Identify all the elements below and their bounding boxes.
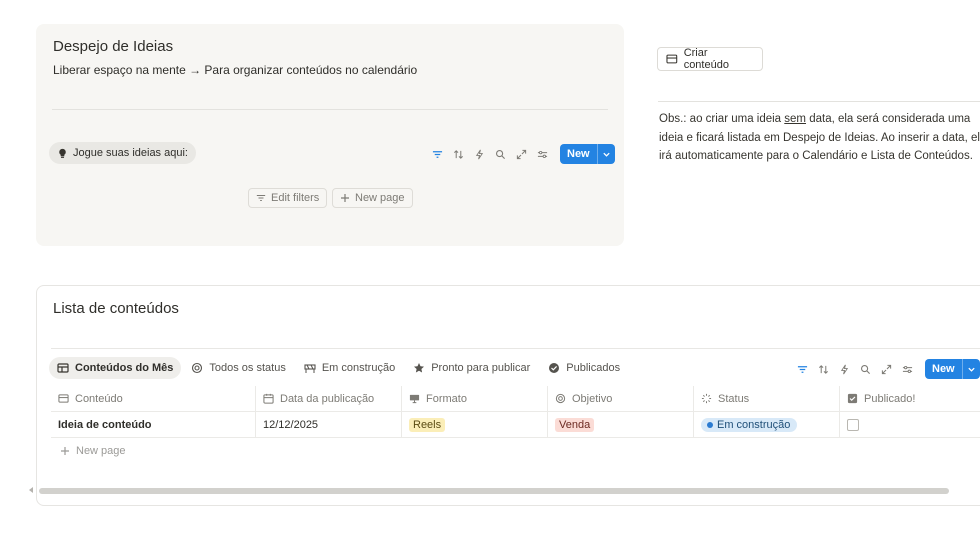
search-icon[interactable] — [493, 147, 508, 162]
check-circle-icon — [549, 363, 560, 373]
tab-todos-os-status[interactable]: Todos os status — [183, 357, 293, 379]
filter-icon[interactable] — [430, 147, 445, 162]
column-header-formato[interactable]: Formato — [402, 385, 548, 412]
sort-icon[interactable] — [451, 147, 466, 162]
obs-text-underlined: sem — [784, 113, 807, 125]
criar-conteudo-label: Criar conteúdo — [683, 47, 729, 71]
chevron-down-icon[interactable] — [961, 359, 980, 379]
cell-formato[interactable]: Reels — [402, 411, 548, 438]
tab-pronto-para-publicar[interactable]: Pronto para publicar — [405, 357, 538, 379]
objetivo-tag: Venda — [555, 417, 595, 432]
new-page-row[interactable]: New page — [51, 438, 980, 464]
status-badge: Em construção — [701, 417, 798, 432]
publicado-checkbox[interactable] — [847, 418, 859, 431]
edit-filters-button[interactable]: Edit filters — [248, 188, 328, 208]
table-row[interactable]: Ideia de conteúdo 12/12/2025 Reels Venda… — [51, 411, 980, 438]
table-icon — [57, 363, 69, 373]
monitor-icon — [409, 394, 420, 404]
cell-data[interactable]: 12/12/2025 — [256, 411, 402, 438]
tab-conteudos-do-mes[interactable]: Conteúdos do Mês — [49, 357, 182, 379]
list-toolbar: New — [795, 359, 980, 379]
status-dot — [707, 421, 713, 428]
cell-publicado — [840, 412, 980, 438]
list-card: Lista de conteúdos Conteúdos do Mês Todo… — [29, 285, 980, 506]
divider — [51, 348, 980, 349]
status-label: Em construção — [717, 418, 791, 431]
column-label: Objetivo — [572, 392, 613, 405]
column-header-conteudo[interactable]: Conteúdo — [51, 385, 256, 412]
criar-conteudo-button[interactable]: Criar conteúdo — [657, 47, 763, 71]
plus-icon — [61, 447, 69, 455]
target-icon — [555, 393, 566, 404]
column-label: Conteúdo — [75, 392, 123, 405]
cell-objetivo[interactable]: Venda — [548, 411, 694, 438]
sort-icon[interactable] — [816, 362, 831, 377]
settings-sliders-icon[interactable] — [900, 362, 915, 377]
target-icon — [192, 362, 203, 374]
star-icon — [414, 363, 425, 373]
status-loader-icon — [701, 393, 712, 404]
new-button[interactable]: New — [925, 359, 980, 379]
expand-icon[interactable] — [879, 362, 894, 377]
column-header-status[interactable]: Status — [694, 385, 840, 412]
tab-label: Conteúdos do Mês — [75, 362, 174, 374]
column-header-objetivo[interactable]: Objetivo — [548, 385, 694, 412]
table-icon — [58, 394, 69, 403]
ideas-view-label: Jogue suas ideias aqui: — [73, 147, 188, 159]
edit-filters-label: Edit filters — [271, 192, 320, 204]
filter-icon[interactable] — [795, 362, 810, 377]
divider — [658, 101, 980, 102]
search-icon[interactable] — [858, 362, 873, 377]
list-title: Lista de conteúdos — [53, 300, 179, 317]
content-table: Conteúdo Data da publicação Formato Obje… — [51, 385, 980, 464]
new-button-label: New — [567, 148, 590, 160]
column-label: Formato — [426, 392, 467, 405]
cell-status[interactable]: Em construção — [694, 411, 840, 438]
ideas-subtitle: Liberar espaço na mente → Para organizar… — [53, 63, 418, 77]
column-header-data[interactable]: Data da publicação — [256, 385, 402, 412]
column-label: Status — [718, 392, 750, 405]
ideas-view-tab[interactable]: Jogue suas ideias aqui: — [49, 142, 196, 164]
horizontal-scrollbar[interactable] — [39, 488, 949, 494]
filter-icon — [256, 194, 266, 202]
lightning-icon[interactable] — [472, 147, 487, 162]
construction-icon — [304, 364, 316, 373]
calendar-icon — [263, 393, 274, 404]
ideas-toolbar: New — [430, 144, 615, 164]
scroll-left-arrow-icon[interactable] — [27, 486, 35, 494]
new-page-label: New page — [76, 445, 126, 457]
tab-publicados[interactable]: Publicados — [540, 357, 628, 379]
table-icon — [666, 54, 678, 64]
tab-label: Publicados — [566, 362, 621, 374]
tab-label: Pronto para publicar — [431, 362, 531, 374]
lightbulb-icon — [59, 148, 66, 158]
new-button-label: New — [932, 363, 955, 375]
column-label: Publicado! — [864, 392, 916, 405]
obs-note: Obs.: ao criar uma ideia sem data, ela s… — [659, 110, 980, 166]
tab-label: Todos os status — [209, 362, 286, 374]
cell-conteudo[interactable]: Ideia de conteúdo — [51, 411, 256, 438]
view-tabs: Conteúdos do Mês Todos os status Em cons… — [49, 357, 628, 379]
ideas-card: Despejo de Ideias Liberar espaço na ment… — [36, 24, 624, 246]
expand-icon[interactable] — [514, 147, 529, 162]
checkbox-icon — [847, 393, 858, 404]
new-page-label: New page — [355, 192, 405, 204]
formato-tag: Reels — [409, 417, 446, 432]
new-button[interactable]: New — [560, 144, 615, 164]
tab-label: Em construção — [321, 362, 396, 374]
ideas-title: Despejo de Ideias — [53, 38, 174, 55]
tab-em-construcao[interactable]: Em construção — [296, 357, 403, 379]
chevron-down-icon[interactable] — [596, 144, 615, 164]
column-header-publicado[interactable]: Publicado! — [840, 386, 980, 412]
new-page-button[interactable]: New page — [332, 188, 413, 208]
column-label: Data da publicação — [280, 392, 375, 405]
plus-icon — [341, 194, 349, 202]
table-header: Conteúdo Data da publicação Formato Obje… — [51, 385, 980, 412]
settings-sliders-icon[interactable] — [535, 147, 550, 162]
obs-text-before: Obs.: ao criar uma ideia — [659, 113, 785, 125]
lightning-icon[interactable] — [837, 362, 852, 377]
divider — [52, 109, 608, 110]
